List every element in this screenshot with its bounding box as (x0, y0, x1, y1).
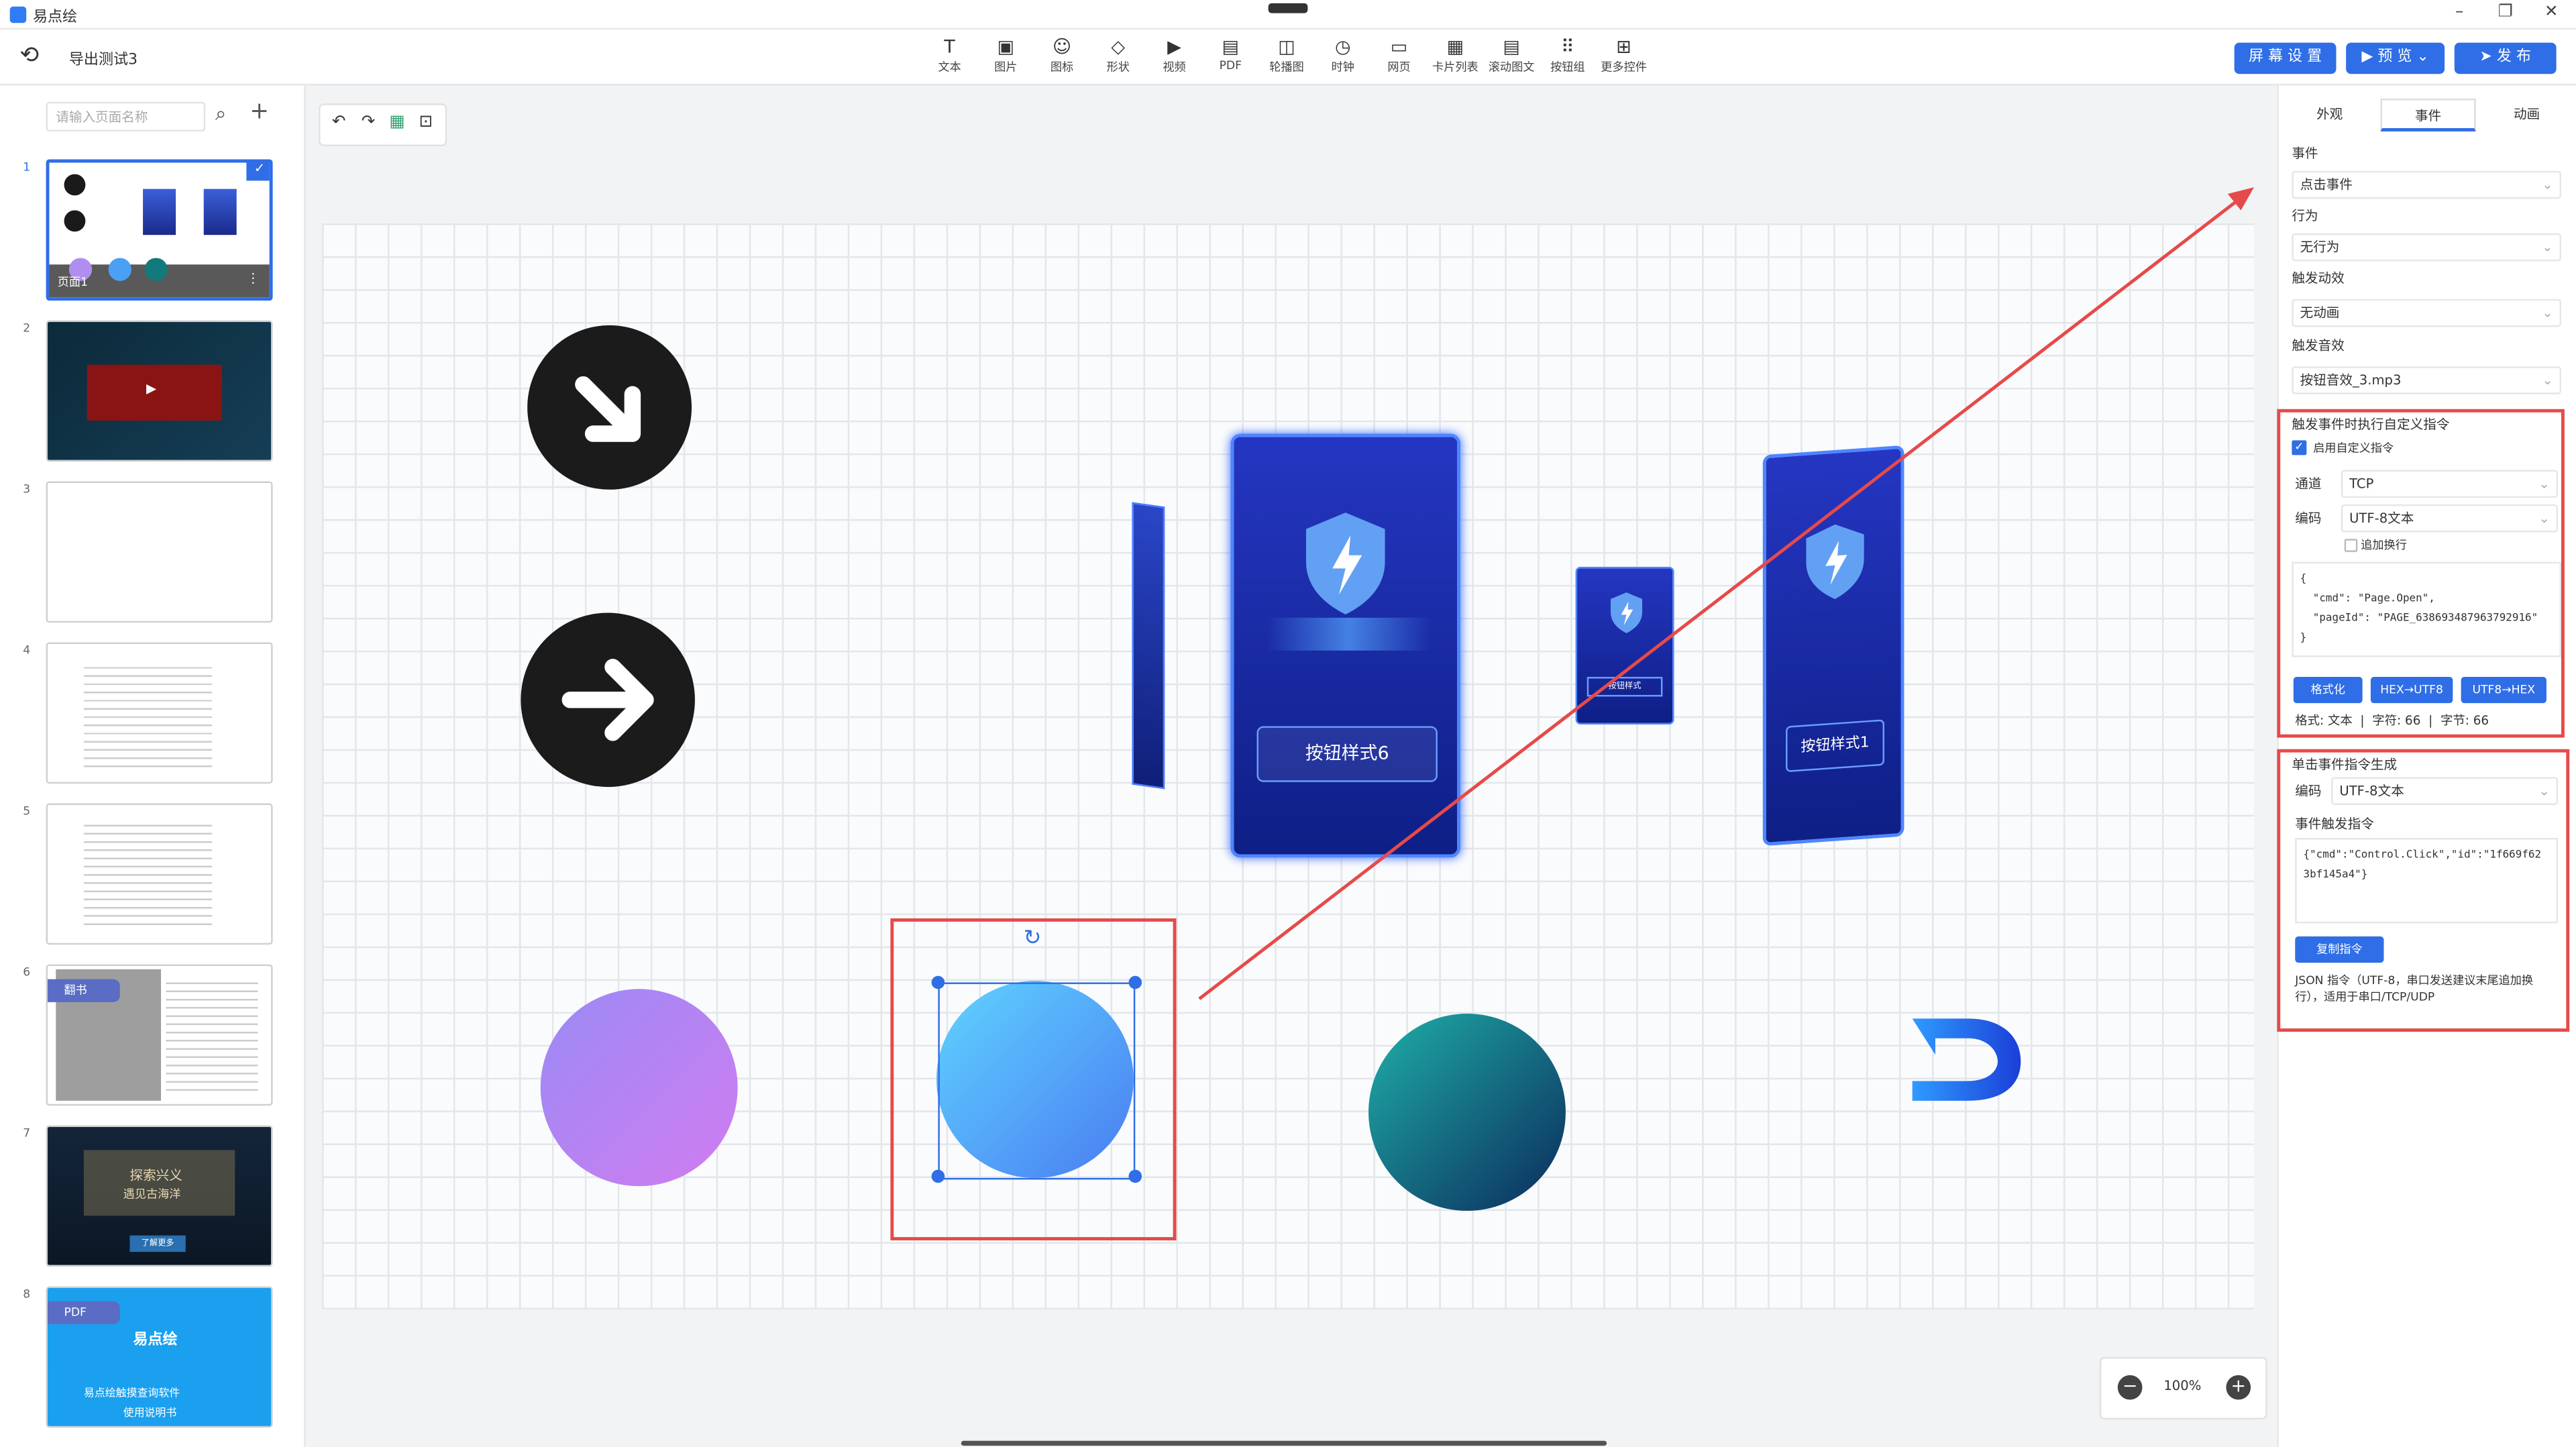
enable-custom-checkbox[interactable]: ✓ (2292, 440, 2307, 455)
effect-label: 触发动效 (2292, 271, 2345, 286)
zoom-in-icon[interactable]: + (2226, 1375, 2251, 1400)
properties-panel: 外观 事件 动画 事件 点击事件 ⌄ 行为 无行为 ⌄ 触发动效 无动画 ⌄ 触发音效… (2277, 85, 2576, 1447)
custom-command-editor[interactable]: { "cmd": "Page.Open", "pageId": "PAGE_63… (2292, 561, 2561, 657)
chevron-down-icon: ⌄ (2538, 476, 2550, 492)
chevron-down-icon: ⌄ (2542, 239, 2553, 255)
generate-title: 单击事件指令生成 (2292, 757, 2398, 773)
effect-select[interactable]: 无动画 ⌄ (2292, 299, 2561, 327)
chevron-down-icon: ⌄ (2542, 372, 2553, 388)
sound-label: 触发音效 (2292, 338, 2345, 354)
effect-value: 无动画 (2300, 305, 2340, 321)
horizontal-scrollbar[interactable] (961, 1440, 1607, 1446)
event-label: 事件 (2292, 146, 2318, 162)
chevron-down-icon: ⌄ (2542, 305, 2553, 321)
chevron-down-icon: ⌄ (2538, 511, 2550, 526)
event-value: 点击事件 (2300, 177, 2353, 193)
tab-events[interactable]: 事件 (2380, 98, 2476, 131)
action-value: 无行为 (2300, 239, 2340, 255)
event-command-output[interactable]: {"cmd":"Control.Click","id":"1f669f62 3b… (2295, 837, 2559, 924)
append-newline-label: 追加换行 (2361, 539, 2407, 552)
action-select[interactable]: 无行为 ⌄ (2292, 233, 2561, 262)
utf8-to-hex-button[interactable]: UTF8→HEX (2461, 676, 2546, 704)
chevron-down-icon: ⌄ (2542, 177, 2553, 193)
sound-value: 按钮音效_3.mp3 (2300, 372, 2402, 388)
event-select[interactable]: 点击事件 ⌄ (2292, 170, 2561, 199)
tab-animation[interactable]: 动画 (2479, 99, 2575, 131)
hex-to-utf8-button[interactable]: HEX→UTF8 (2370, 676, 2453, 704)
chevron-down-icon: ⌄ (2538, 784, 2550, 799)
channel-value: TCP (2349, 476, 2374, 492)
enable-custom-label: 启用自定义指令 (2313, 441, 2394, 455)
channel-label: 通道 (2295, 476, 2322, 492)
action-label: 行为 (2292, 209, 2318, 224)
gen-encoding-label: 编码 (2295, 784, 2322, 799)
gen-encoding-value: UTF-8文本 (2339, 784, 2404, 799)
append-newline-checkbox[interactable] (2344, 539, 2358, 552)
format-button[interactable]: 格式化 (2293, 676, 2363, 704)
encoding-value: UTF-8文本 (2349, 511, 2414, 526)
copy-command-button[interactable]: 复制指令 (2295, 936, 2384, 963)
annotation-arrow (1198, 187, 2255, 1000)
encoding-select[interactable]: UTF-8文本 ⌄ (2341, 504, 2559, 533)
command-stats: 格式: 文本 | 字符: 66 | 字节: 66 (2295, 712, 2489, 728)
tab-appearance[interactable]: 外观 (2282, 99, 2377, 131)
channel-select[interactable]: TCP ⌄ (2341, 470, 2559, 498)
zoom-out-icon[interactable]: − (2117, 1375, 2143, 1400)
command-note: JSON 指令（UTF-8，串口发送建议末尾追加换 行），适用于串口/TCP/U… (2295, 974, 2534, 1004)
encoding-label: 编码 (2295, 511, 2322, 526)
gen-encoding-select[interactable]: UTF-8文本 ⌄ (2331, 777, 2559, 806)
zoom-level: 100% (2163, 1378, 2202, 1393)
sound-select[interactable]: 按钮音效_3.mp3 ⌄ (2292, 366, 2561, 394)
event-command-label: 事件触发指令 (2295, 816, 2374, 832)
zoom-control: − 100% + (2099, 1356, 2267, 1419)
custom-command-title: 触发事件时执行自定义指令 (2292, 417, 2450, 433)
